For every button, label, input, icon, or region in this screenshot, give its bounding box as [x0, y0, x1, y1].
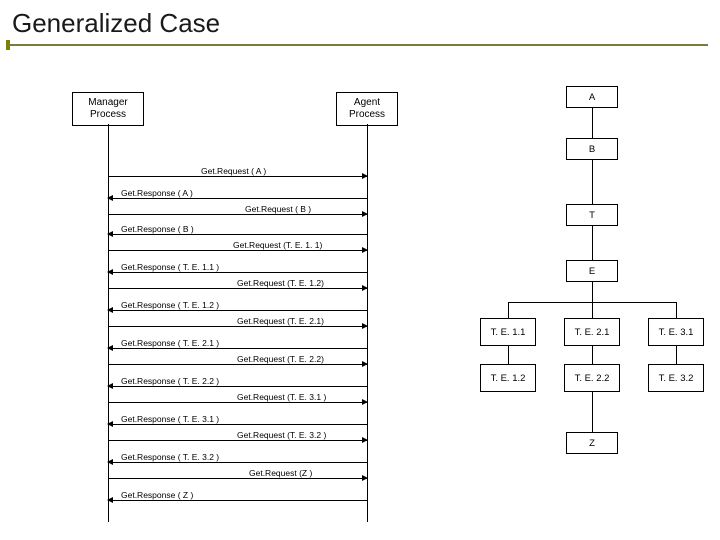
tree-te12: T. E. 1.2 — [480, 364, 536, 392]
lbl-req-21: Get.Request (T. E. 2.1) — [236, 316, 325, 326]
conn-E-c3 — [676, 302, 677, 318]
tree-B: B — [566, 138, 618, 160]
msg-res-31 — [108, 424, 367, 425]
conn-c3-r2 — [676, 346, 677, 364]
msg-req-Z — [108, 478, 367, 479]
tree-T: T — [566, 204, 618, 226]
lbl-req-32: Get.Request (T. E. 3.2 ) — [236, 430, 327, 440]
tree-te11: T. E. 1.1 — [480, 318, 536, 346]
agent-lifeline-head: Agent Process — [336, 92, 398, 126]
tree-te31: T. E. 3.1 — [648, 318, 704, 346]
msg-res-B — [108, 234, 367, 235]
slide-title: Generalized Case — [12, 8, 220, 39]
manager-lifeline-head: Manager Process — [72, 92, 144, 126]
conn-T-E — [592, 226, 593, 260]
msg-req-32 — [108, 440, 367, 441]
manager-label: Manager Process — [88, 97, 127, 120]
lbl-req-12: Get.Request (T. E. 1.2) — [236, 278, 325, 288]
tree-te32: T. E. 3.2 — [648, 364, 704, 392]
lbl-res-B: Get.Response ( B ) — [120, 224, 195, 234]
lbl-req-Z: Get.Request (Z ) — [248, 468, 313, 478]
conn-A-B — [592, 108, 593, 138]
msg-req-B — [108, 214, 367, 215]
title-rule — [8, 44, 708, 46]
lbl-res-32: Get.Response ( T. E. 3.2 ) — [120, 452, 220, 462]
conn-E-down — [592, 282, 593, 302]
lbl-req-11: Get.Request (T. E. 1. 1) — [232, 240, 323, 250]
lbl-req-B: Get.Request ( B ) — [244, 204, 312, 214]
msg-res-Z — [108, 500, 367, 501]
lbl-res-22: Get.Response ( T. E. 2.2 ) — [120, 376, 220, 386]
lbl-res-12: Get.Response ( T. E. 1.2 ) — [120, 300, 220, 310]
tree-te21: T. E. 2.1 — [564, 318, 620, 346]
msg-res-32 — [108, 462, 367, 463]
conn-E-c2 — [592, 302, 593, 318]
lbl-res-Z: Get.Response ( Z ) — [120, 490, 194, 500]
msg-req-A — [108, 176, 367, 177]
conn-E-c1 — [508, 302, 509, 318]
tree-E: E — [566, 260, 618, 282]
conn-B-T — [592, 160, 593, 204]
lbl-req-31: Get.Request (T. E. 3.1 ) — [236, 392, 327, 402]
lbl-res-21: Get.Response ( T. E. 2.1 ) — [120, 338, 220, 348]
lbl-res-A: Get.Response ( A ) — [120, 188, 194, 198]
conn-r2-Z — [592, 392, 593, 432]
lbl-res-11: Get.Response ( T. E. 1.1 ) — [120, 262, 220, 272]
msg-res-21 — [108, 348, 367, 349]
agent-label: Agent Process — [349, 97, 385, 120]
msg-req-21 — [108, 326, 367, 327]
lbl-req-22: Get.Request (T. E. 2.2) — [236, 354, 325, 364]
msg-res-A — [108, 198, 367, 199]
msg-req-31 — [108, 402, 367, 403]
lbl-res-31: Get.Response ( T. E. 3.1 ) — [120, 414, 220, 424]
msg-res-11 — [108, 272, 367, 273]
tree-Z: Z — [566, 432, 618, 454]
msg-req-12 — [108, 288, 367, 289]
msg-res-22 — [108, 386, 367, 387]
msg-req-22 — [108, 364, 367, 365]
tree-A: A — [566, 86, 618, 108]
tree-te22: T. E. 2.2 — [564, 364, 620, 392]
conn-c1-r2 — [508, 346, 509, 364]
conn-c2-r2 — [592, 346, 593, 364]
lbl-req-A: Get.Request ( A ) — [200, 166, 267, 176]
msg-req-11 — [108, 250, 367, 251]
msg-res-12 — [108, 310, 367, 311]
